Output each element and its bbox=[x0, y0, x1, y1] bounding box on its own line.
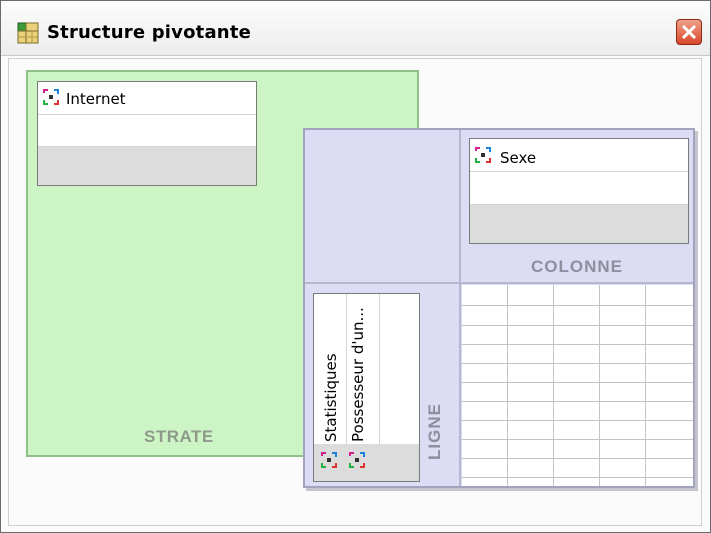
pivot-trays-icon bbox=[17, 22, 39, 44]
colonne-item-sexe[interactable]: Sexe bbox=[500, 149, 536, 167]
ligne-item-statistiques[interactable]: Statistiques bbox=[322, 353, 340, 442]
pivot-dimension-icon[interactable] bbox=[348, 451, 366, 469]
ligne-item-possesseur[interactable]: Possesseur d'un... bbox=[349, 307, 367, 442]
title-bar[interactable]: Structure pivotante bbox=[1, 1, 710, 56]
colonne-label: COLONNE bbox=[531, 257, 623, 276]
close-icon bbox=[681, 24, 697, 40]
pivot-divider-vertical bbox=[459, 130, 461, 486]
strate-item-internet[interactable]: Internet bbox=[66, 90, 126, 108]
pivot-divider-horizontal bbox=[305, 282, 693, 284]
pivot-dimension-icon[interactable] bbox=[320, 451, 338, 469]
pivot-dimension-icon[interactable] bbox=[474, 146, 492, 164]
ligne-label: LIGNE bbox=[425, 403, 444, 460]
data-grid-preview bbox=[462, 285, 693, 486]
pivot-dimension-icon[interactable] bbox=[42, 88, 60, 106]
window-title: Structure pivotante bbox=[47, 22, 252, 43]
close-button[interactable] bbox=[676, 19, 702, 45]
